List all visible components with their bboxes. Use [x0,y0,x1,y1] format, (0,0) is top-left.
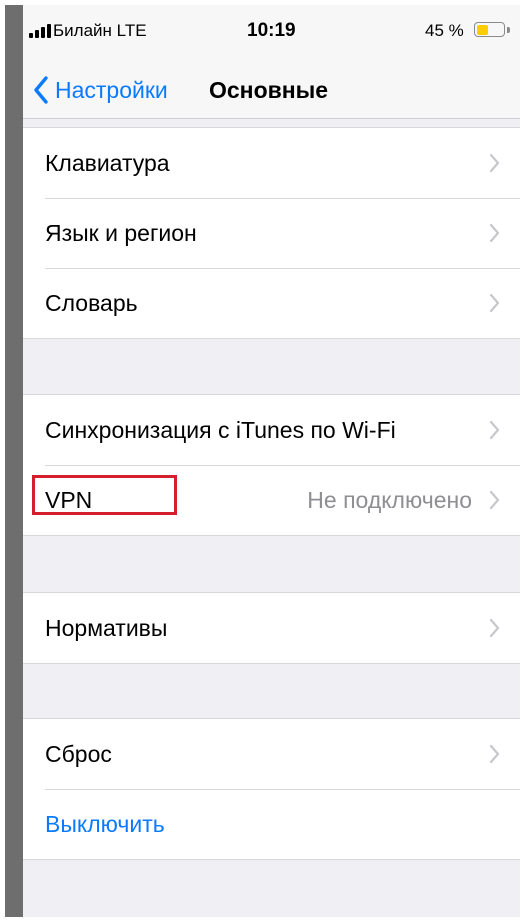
row-label: Клавиатура [45,150,170,176]
settings-row-reset[interactable]: Сброс [23,719,520,789]
settings-row-regulatory[interactable]: Нормативы [23,593,520,663]
vpn-status-value: Не подключено [307,487,472,513]
row-label: Сброс [45,741,112,767]
settings-row-itunes-wifi-sync[interactable]: Синхронизация с iTunes по Wi-Fi [23,395,520,465]
signal-bar [29,33,33,38]
settings-group-sync-vpn: Синхронизация с iTunes по Wi-Fi VPN Не п… [23,394,520,536]
chevron-right-icon [489,490,500,510]
row-label: VPN [45,487,93,513]
chevron-right-icon [489,223,500,243]
signal-bar [41,27,45,38]
chevron-right-icon [489,618,500,638]
battery-level-fill [476,24,488,35]
signal-bar [47,24,51,38]
settings-group-regulatory: Нормативы [23,592,520,664]
chevron-right-icon [489,744,500,764]
row-label: Словарь [45,290,138,316]
back-button-label: Настройки [55,77,168,103]
navigation-bar: Настройки Основные [23,55,520,115]
back-button[interactable]: Настройки [33,75,168,105]
row-label: Выключить [45,811,165,837]
carrier-label: Билайн LTE [53,21,147,40]
screenshot-frame: Билайн LTE 10:19 45 % Настройки Основные [5,5,520,917]
settings-row-dictionary[interactable]: Словарь [23,268,520,338]
row-label: Синхронизация с iTunes по Wi-Fi [45,417,396,443]
settings-screen: Билайн LTE 10:19 45 % Настройки Основные [23,5,520,917]
settings-row-vpn[interactable]: VPN Не подключено [23,465,520,535]
shut-down-button[interactable]: Выключить [23,789,520,859]
row-label: Язык и регион [45,220,197,246]
row-label: Нормативы [45,615,168,641]
chevron-right-icon [489,293,500,313]
signal-bar [35,30,39,38]
status-bar: Билайн LTE 10:19 45 % [23,5,520,45]
settings-row-language-region[interactable]: Язык и регион [23,198,520,268]
battery-percent: 45 % [425,21,464,40]
chevron-right-icon [489,153,500,173]
chevron-left-icon [34,76,48,104]
signal-strength-icon [29,24,51,38]
chevron-right-icon [489,420,500,440]
top-bar: Билайн LTE 10:19 45 % Настройки Основные [23,5,520,119]
battery-tip [507,27,510,33]
status-time: 10:19 [247,20,296,41]
battery-icon [474,22,505,37]
settings-group-general: Клавиатура Язык и регион Словарь [23,127,520,339]
settings-group-reset: Сброс Выключить [23,718,520,860]
settings-row-keyboard[interactable]: Клавиатура [23,128,520,198]
page-title: Основные [209,77,329,103]
